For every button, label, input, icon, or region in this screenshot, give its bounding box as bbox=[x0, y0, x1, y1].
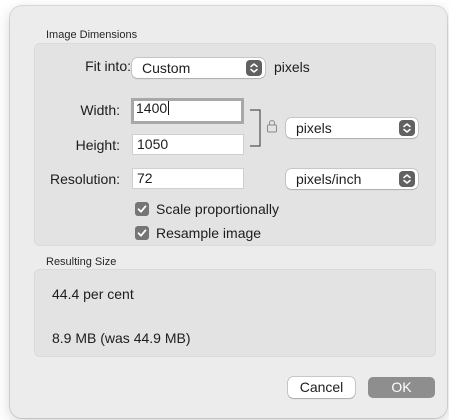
size-unit-popup[interactable]: pixels bbox=[286, 118, 418, 138]
lock-icon[interactable] bbox=[266, 119, 278, 138]
width-field[interactable]: 1400 bbox=[131, 98, 244, 124]
image-size-dialog: Image Dimensions Fit into: Custom pixels… bbox=[10, 6, 447, 418]
scale-proportionally-label: Scale proportionally bbox=[156, 201, 279, 217]
resolution-value: 72 bbox=[137, 170, 153, 186]
aspect-lock-bracket bbox=[250, 109, 261, 147]
resulting-percent: 44.4 per cent bbox=[52, 286, 134, 302]
width-value: 1400 bbox=[136, 100, 168, 116]
scale-proportionally-checkbox[interactable]: Scale proportionally bbox=[135, 201, 315, 219]
resulting-size-group: 44.4 per cent 8.9 MB (was 44.9 MB) bbox=[34, 269, 436, 357]
text-caret bbox=[168, 101, 170, 115]
chevron-up-down-icon bbox=[399, 171, 415, 187]
fit-into-label: Fit into: bbox=[85, 58, 131, 74]
resolution-unit-value: pixels/inch bbox=[296, 171, 362, 187]
fit-into-value: Custom bbox=[142, 60, 191, 76]
checkmark-icon bbox=[135, 202, 149, 216]
resample-image-checkbox[interactable]: Resample image bbox=[135, 225, 315, 243]
checkmark-icon bbox=[135, 226, 149, 240]
chevron-up-down-icon bbox=[399, 120, 415, 136]
height-field[interactable]: 1050 bbox=[132, 134, 244, 155]
resulting-size-title: Resulting Size bbox=[46, 256, 117, 268]
resample-image-label: Resample image bbox=[156, 225, 262, 241]
width-label: Width: bbox=[80, 102, 120, 118]
fit-into-popup[interactable]: Custom bbox=[132, 58, 265, 78]
size-unit-value: pixels bbox=[296, 120, 332, 136]
chevron-up-down-icon bbox=[246, 60, 262, 76]
resulting-file-size: 8.9 MB (was 44.9 MB) bbox=[52, 330, 191, 346]
fit-into-unit: pixels bbox=[274, 59, 310, 75]
resolution-unit-popup[interactable]: pixels/inch bbox=[286, 169, 418, 189]
resolution-label: Resolution: bbox=[49, 171, 120, 187]
height-label: Height: bbox=[75, 137, 120, 153]
resolution-field[interactable]: 72 bbox=[132, 168, 244, 189]
height-value: 1050 bbox=[137, 136, 169, 152]
cancel-button[interactable]: Cancel bbox=[288, 377, 355, 398]
image-dimensions-title: Image Dimensions bbox=[46, 29, 138, 41]
ok-button[interactable]: OK bbox=[368, 377, 435, 398]
image-dimensions-group: Fit into: Custom pixels Width: 1400 Heig… bbox=[34, 43, 436, 246]
